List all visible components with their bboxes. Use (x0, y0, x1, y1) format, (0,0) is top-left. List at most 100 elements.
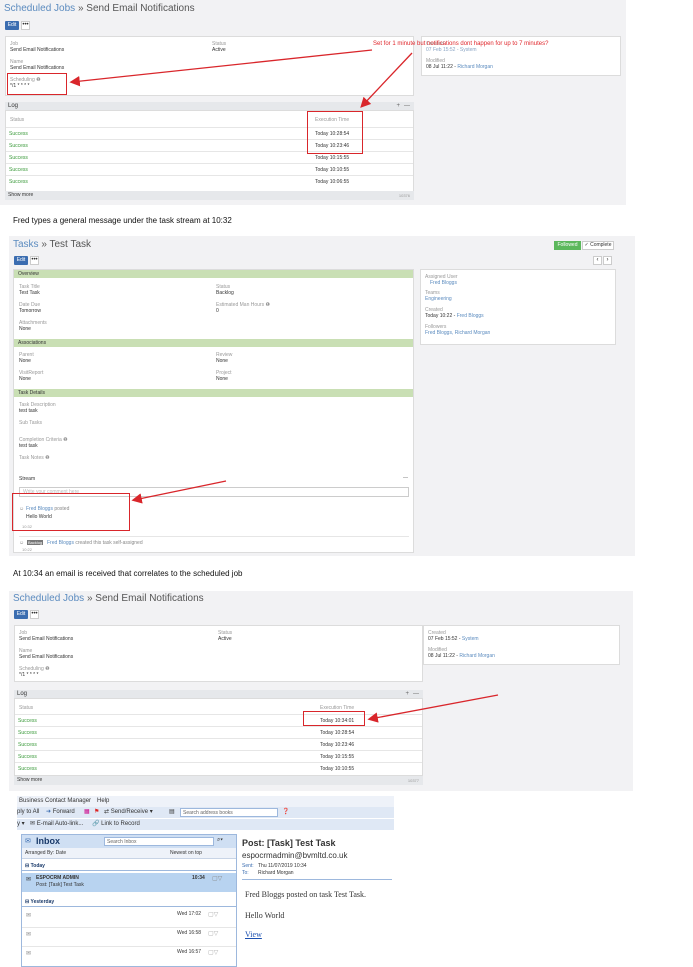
sort-order-button[interactable]: Newest on top (170, 850, 202, 856)
view-link[interactable]: View (245, 930, 262, 939)
created-user-link[interactable]: System (462, 636, 479, 642)
stream-label: Stream (19, 476, 36, 482)
modified-user-link[interactable]: Richard Morgan (459, 653, 495, 659)
search-icon[interactable]: ⌕▾ (217, 837, 223, 844)
show-more-button[interactable]: Show more 10377 (14, 776, 423, 785)
menu-business-contact-manager[interactable]: Business Contact Manager (19, 796, 91, 807)
assigned-value[interactable]: Fred Bloggs (430, 280, 457, 286)
total-count: 10376 (398, 193, 410, 198)
flag-icon[interactable]: ⚑ (94, 807, 99, 818)
teams-value[interactable]: Engineering (425, 296, 452, 302)
table-row[interactable]: Success Today 10:06:55 (6, 175, 413, 187)
help-icon[interactable]: ❓ (282, 807, 289, 818)
log-collapse-button[interactable]: — (413, 690, 419, 699)
message-item[interactable]: ✉ Wed 16:58 ▢▽ (22, 928, 236, 947)
edit-button[interactable]: Edit (14, 256, 28, 265)
modified-user-link[interactable]: Richard Morgan (457, 64, 493, 70)
est-hours-value: 0 (216, 308, 219, 314)
log-add-button[interactable]: + (396, 102, 400, 111)
search-inbox-input[interactable]: Search Inbox (104, 837, 214, 846)
table-row[interactable]: Success Today 10:28:54 (15, 726, 422, 738)
created-by-link[interactable]: Fred Bloggs (457, 313, 484, 319)
scheduled-job-panel-top: Scheduled Jobs » Send Email Notification… (0, 0, 626, 205)
complete-button[interactable]: ✓ Complete (582, 241, 614, 250)
reading-subject: Post: [Task] Test Task (242, 838, 336, 848)
row-status: Success (9, 131, 28, 137)
col-status[interactable]: Status (10, 117, 24, 123)
more-actions-button[interactable]: ••• (30, 610, 39, 619)
header-divider (242, 879, 392, 880)
breadcrumb-link-tasks[interactable]: Tasks (13, 239, 39, 250)
collapse-icon: ⊟ (25, 863, 30, 869)
categorize-icon[interactable]: ▦ (84, 807, 90, 818)
log-collapse-button[interactable]: — (404, 102, 410, 111)
breadcrumb-separator: » (75, 3, 87, 14)
row-status: Success (18, 718, 37, 724)
address-book-icon[interactable]: ▤ (169, 807, 175, 818)
more-actions-button[interactable]: ••• (21, 21, 30, 30)
inbox-title: Inbox (36, 836, 60, 846)
task-title-value: Test Task (19, 290, 40, 296)
reading-pane: Post: [Task] Test Task espocrmadmin@bvml… (239, 834, 394, 967)
status-value: Active (218, 636, 232, 642)
review-value: None (216, 358, 228, 364)
link-to-record-button[interactable]: 🔗 Link to Record (92, 819, 140, 830)
search-address-books-input[interactable]: Search address books (180, 808, 278, 817)
created-value[interactable]: 07 Feb 15:52 - System (426, 47, 477, 53)
toolbar-2-overflow[interactable]: y ▾ (17, 819, 25, 830)
created-value: 07 Feb 15:52 - System (428, 636, 479, 642)
message-item-selected[interactable]: ✉ ESPOCRM ADMIN Post: [Task] Test Task 1… (22, 873, 236, 892)
description-value: test task (19, 408, 38, 414)
col-status[interactable]: Status (19, 705, 33, 711)
message-item[interactable]: ✉ Wed 16:57 ▢▽ (22, 947, 236, 965)
prev-record-button[interactable]: ‹ (593, 256, 602, 265)
email-autolink-button[interactable]: ✉ E-mail Auto-link... (30, 819, 83, 830)
edit-button[interactable]: Edit (5, 21, 19, 30)
more-actions-button[interactable]: ••• (30, 256, 39, 265)
table-row[interactable]: Success Today 10:10:55 (15, 762, 422, 774)
followers-value[interactable]: Fred Bloggs, Richard Morgan (425, 330, 490, 336)
job-value: Send Email Notifications (19, 636, 74, 642)
edit-button[interactable]: Edit (14, 610, 28, 619)
table-row[interactable]: Success Today 10:10:55 (6, 163, 413, 175)
flag-icon[interactable]: ▢▽ (208, 930, 218, 937)
table-row[interactable]: Success Today 10:15:55 (15, 750, 422, 762)
attachments-value: None (19, 326, 31, 332)
row-status: Success (9, 143, 28, 149)
inbox-header: ✉ Inbox Search Inbox ⌕▾ (22, 835, 236, 848)
breadcrumb-link-scheduled-jobs[interactable]: Scheduled Jobs (13, 593, 84, 604)
scheduled-job-panel-bottom: Scheduled Jobs » Send Email Notification… (9, 591, 633, 791)
message-time: Wed 16:58 (177, 930, 202, 936)
created-user-link[interactable]: Fred Bloggs (47, 540, 74, 546)
show-more-button[interactable]: Show more 10376 (5, 191, 414, 200)
stream-collapse-button[interactable]: — (403, 475, 408, 481)
table-row[interactable]: Success Today 10:23:46 (15, 738, 422, 750)
row-status: Success (18, 766, 37, 772)
menu-help[interactable]: Help (97, 796, 109, 807)
envelope-icon: ✉ (26, 877, 32, 883)
envelope-icon: ✉ (26, 951, 32, 957)
message-item[interactable]: ✉ Wed 17:02 ▢▽ (22, 909, 236, 928)
reply-all-button[interactable]: ply to All (17, 807, 39, 818)
section-associations: Associations (14, 339, 413, 347)
send-receive-button[interactable]: ⇄ Send/Receive ▾ (104, 807, 153, 818)
log-title: Log (17, 691, 28, 697)
breadcrumb: Scheduled Jobs » Send Email Notification… (13, 593, 204, 604)
flag-icon[interactable]: ▢▽ (208, 911, 218, 918)
date-due-value: Tomorrow (19, 308, 41, 314)
message-time: Wed 17:02 (177, 911, 202, 917)
row-time: Today 10:10:55 (315, 167, 350, 173)
task-side-panel: Assigned User Fred Bloggs Teams Engineer… (420, 269, 616, 345)
group-today[interactable]: ⊟ Today (22, 863, 236, 871)
log-add-button[interactable]: + (405, 690, 409, 699)
collapse-icon: ⊟ (25, 899, 30, 905)
arranged-by-button[interactable]: Arranged By: Date (25, 850, 66, 856)
flag-icon[interactable]: ▢▽ (212, 875, 222, 882)
flag-icon[interactable]: ▢▽ (208, 949, 218, 956)
breadcrumb-link-scheduled-jobs[interactable]: Scheduled Jobs (4, 3, 75, 14)
forward-button[interactable]: ➜ Forward (46, 807, 75, 818)
followed-button[interactable]: Followed (554, 241, 581, 250)
breadcrumb: Tasks » Test Task (13, 239, 91, 250)
group-yesterday[interactable]: ⊟ Yesterday (22, 899, 236, 907)
next-record-button[interactable]: › (603, 256, 612, 265)
